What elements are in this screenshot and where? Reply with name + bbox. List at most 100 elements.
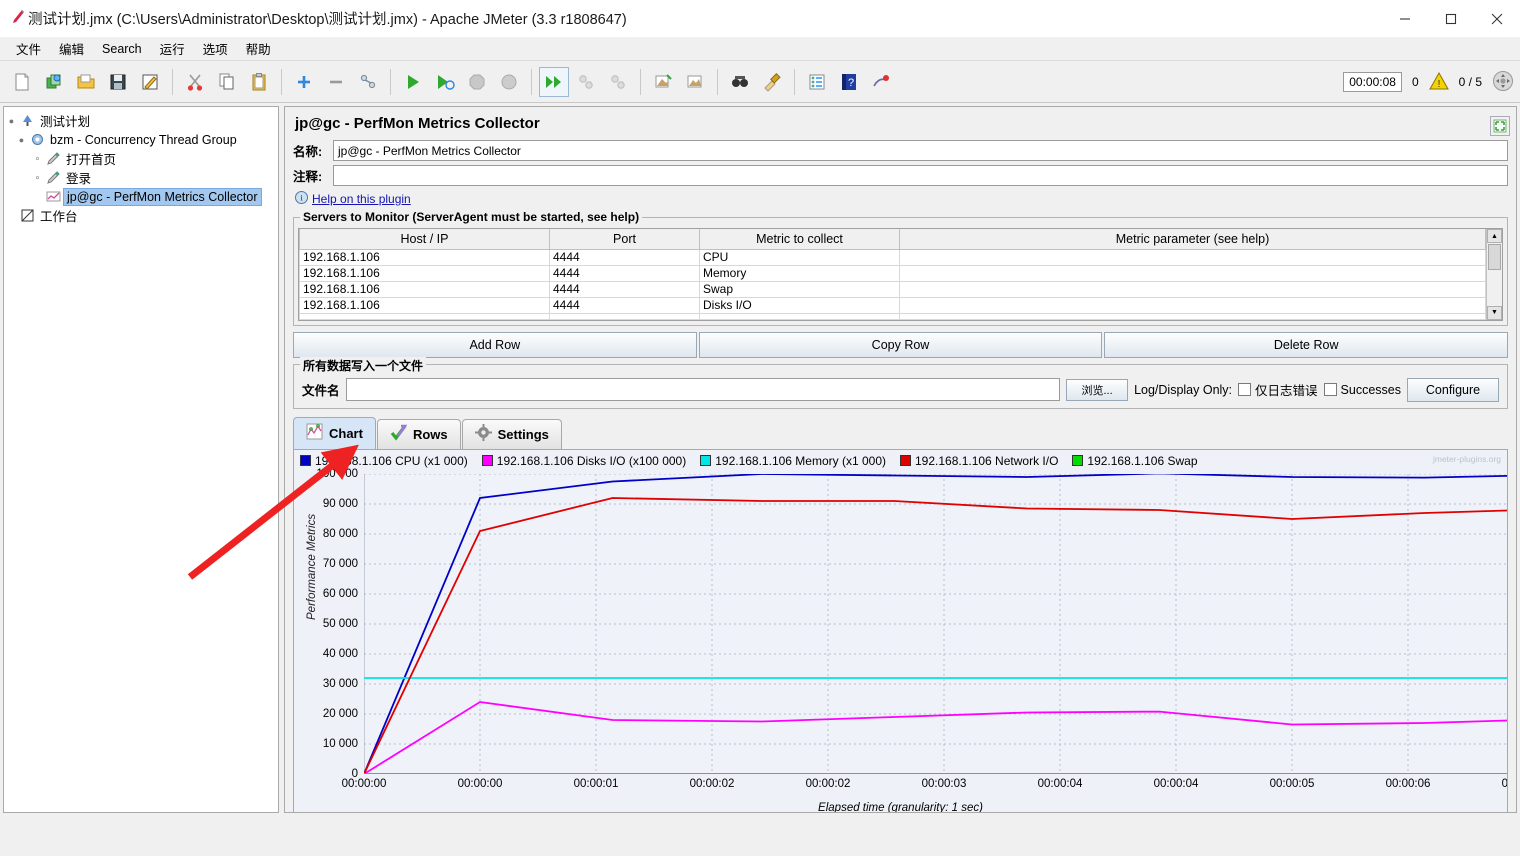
legend-item-swap[interactable]: 192.168.1.106 Swap — [1072, 454, 1198, 468]
legend-item-memory[interactable]: 192.168.1.106 Memory (x1 000) — [700, 454, 886, 468]
comment-input[interactable] — [333, 165, 1508, 186]
tree-toggle-icon[interactable]: ● — [6, 116, 17, 126]
help-on-plugin-link[interactable]: Help on this plugin — [312, 192, 411, 206]
configure-button[interactable]: Configure — [1407, 377, 1499, 402]
table-row[interactable]: 192.168.1.106 4444 Memory — [299, 264, 1486, 282]
copy-icon[interactable] — [212, 67, 242, 97]
successes-checkbox[interactable]: Successes — [1323, 383, 1401, 397]
tree-node-thread-group[interactable]: ● bzm - Concurrency Thread Group — [6, 130, 276, 149]
name-input[interactable]: jp@gc - PerfMon Metrics Collector — [333, 140, 1508, 161]
table-row[interactable]: 192.168.1.106 4444 Swap — [299, 280, 1486, 298]
scroll-thumb[interactable] — [1488, 244, 1501, 270]
table-row-partial[interactable] — [299, 312, 1486, 320]
legend-item-cpu[interactable]: 192.168.1.106 CPU (x1 000) — [300, 454, 468, 468]
warning-triangle-icon[interactable]: ! — [1428, 71, 1449, 93]
templates-icon[interactable] — [39, 67, 69, 97]
clear-icon[interactable] — [648, 67, 678, 97]
col-port[interactable]: Port — [549, 229, 700, 250]
cell-metric[interactable]: CPU — [699, 248, 900, 266]
minimize-button[interactable] — [1382, 0, 1428, 37]
tree-toggle-icon[interactable]: ∘ — [32, 172, 43, 183]
scroll-up-icon[interactable]: ▲ — [1487, 229, 1502, 243]
cell-metric[interactable]: Disks I/O — [699, 296, 900, 314]
add-row-button[interactable]: Add Row — [293, 331, 697, 358]
cell-port[interactable]: 4444 — [549, 248, 700, 266]
menu-options[interactable]: 选项 — [195, 36, 236, 61]
tree-node-sampler-login[interactable]: ∘ 登录 — [6, 168, 276, 187]
servers-table-wrapper: Host / IP Port Metric to collect Metric … — [298, 228, 1503, 321]
paste-icon[interactable] — [244, 67, 274, 97]
tree-node-test-plan[interactable]: ● 测试计划 — [6, 111, 276, 130]
table-row[interactable]: 192.168.1.106 4444 Disks I/O — [299, 296, 1486, 314]
cell-host[interactable]: 192.168.1.106 — [299, 248, 550, 266]
tree-node-sampler-home[interactable]: ∘ 打开首页 — [6, 149, 276, 168]
cell-host[interactable]: 192.168.1.106 — [299, 296, 550, 314]
menu-edit[interactable]: 编辑 — [51, 36, 92, 61]
legend-item-network-io[interactable]: 192.168.1.106 Network I/O — [899, 454, 1058, 468]
toolbar-separator — [172, 68, 173, 95]
menu-run[interactable]: 运行 — [152, 36, 193, 61]
performance-chart[interactable]: 192.168.1.106 CPU (x1 000) 192.168.1.106… — [293, 448, 1508, 812]
cell-port[interactable]: 4444 — [549, 296, 700, 314]
expand-all-icon[interactable] — [289, 67, 319, 97]
close-button[interactable] — [1474, 0, 1520, 37]
servers-table-scrollbar[interactable]: ▲ ▼ — [1486, 229, 1502, 320]
undo-redo-icon[interactable] — [866, 67, 896, 97]
copy-row-button[interactable]: Copy Row — [698, 331, 1103, 358]
errors-only-checkbox[interactable]: 仅日志错误 — [1238, 380, 1318, 399]
tab-rows[interactable]: Rows — [376, 418, 461, 449]
toggle-icon[interactable] — [353, 67, 383, 97]
open-icon[interactable] — [71, 67, 101, 97]
table-row[interactable]: 192.168.1.106 4444 CPU — [299, 248, 1486, 266]
search-icon[interactable] — [725, 67, 755, 97]
shutdown-icon[interactable] — [494, 67, 524, 97]
cell-metric[interactable]: Swap — [699, 280, 900, 298]
function-helper-icon[interactable] — [802, 67, 832, 97]
tab-chart[interactable]: Chart — [293, 416, 376, 449]
maximize-button[interactable] — [1428, 0, 1474, 37]
cell-port[interactable]: 4444 — [549, 264, 700, 282]
scroll-track[interactable] — [1487, 271, 1502, 306]
menu-file[interactable]: 文件 — [8, 36, 49, 61]
checkbox-box[interactable] — [1323, 383, 1337, 396]
delete-row-button[interactable]: Delete Row — [1104, 331, 1509, 358]
cell-param[interactable] — [899, 264, 1486, 282]
search-reset-icon[interactable] — [757, 67, 787, 97]
col-metric[interactable]: Metric to collect — [699, 229, 900, 250]
cell-param[interactable] — [899, 280, 1486, 298]
collapse-all-icon[interactable] — [321, 67, 351, 97]
browse-button[interactable]: 浏览... — [1066, 378, 1129, 401]
clear-all-icon[interactable] — [680, 67, 710, 97]
tree-toggle-icon[interactable]: ● — [16, 135, 27, 145]
tree-node-perfmon-collector[interactable]: jp@gc - PerfMon Metrics Collector — [6, 187, 276, 206]
cell-param[interactable] — [899, 296, 1486, 314]
help-icon[interactable]: ? — [834, 67, 864, 97]
cell-host[interactable]: 192.168.1.106 — [299, 264, 550, 282]
col-host[interactable]: Host / IP — [299, 229, 550, 250]
new-icon[interactable] — [7, 67, 37, 97]
cell-port[interactable]: 4444 — [549, 280, 700, 298]
save-as-icon[interactable] — [135, 67, 165, 97]
remote-stop-all-icon[interactable] — [571, 67, 601, 97]
filename-input[interactable] — [345, 378, 1061, 401]
start-no-pauses-icon[interactable] — [430, 67, 460, 97]
tree-node-workbench[interactable]: 工作台 — [6, 206, 276, 225]
remote-start-all-icon[interactable] — [539, 66, 569, 97]
menu-help[interactable]: 帮助 — [238, 36, 279, 61]
cut-icon[interactable] — [180, 67, 210, 97]
cell-host[interactable]: 192.168.1.106 — [299, 280, 550, 298]
col-metric-param[interactable]: Metric parameter (see help) — [899, 229, 1486, 250]
scroll-down-icon[interactable]: ▼ — [1487, 305, 1502, 320]
stop-icon[interactable] — [462, 67, 492, 97]
start-icon[interactable] — [398, 67, 428, 97]
checkbox-box[interactable] — [1238, 383, 1252, 396]
tree-toggle-icon[interactable]: ∘ — [32, 153, 43, 164]
tab-settings[interactable]: Settings — [461, 418, 562, 449]
menu-search[interactable]: Search — [94, 39, 150, 59]
cell-param[interactable] — [899, 248, 1486, 266]
remote-shutdown-all-icon[interactable] — [603, 67, 633, 97]
legend-item-disks-io[interactable]: 192.168.1.106 Disks I/O (x100 000) — [481, 454, 686, 468]
cell-metric[interactable]: Memory — [699, 264, 900, 282]
expand-panel-icon[interactable] — [1490, 116, 1510, 136]
save-icon[interactable] — [103, 67, 133, 97]
